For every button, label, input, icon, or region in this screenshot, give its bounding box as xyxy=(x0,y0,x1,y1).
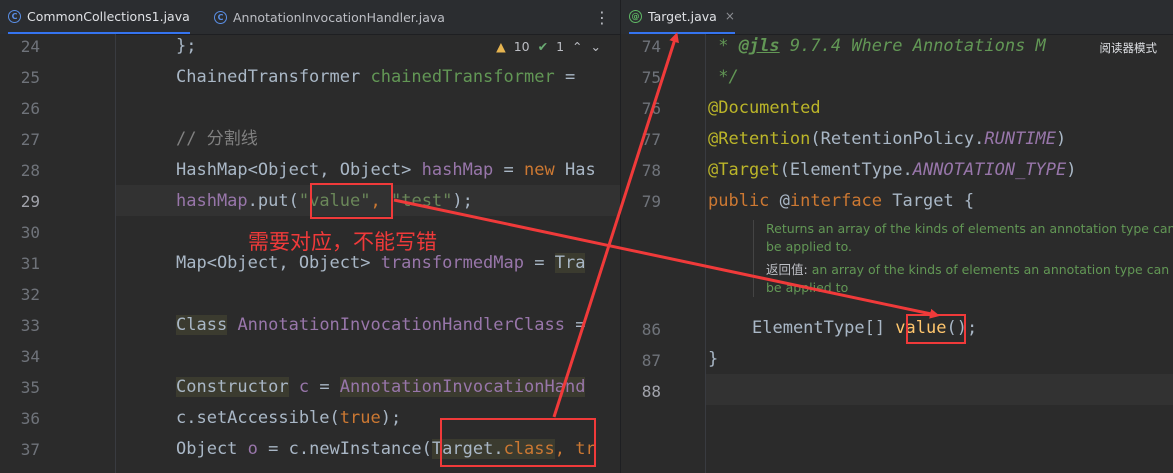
arrow-value-to-method xyxy=(393,198,940,319)
arrow-class-to-target xyxy=(552,32,679,418)
callout-arrows xyxy=(393,32,940,418)
